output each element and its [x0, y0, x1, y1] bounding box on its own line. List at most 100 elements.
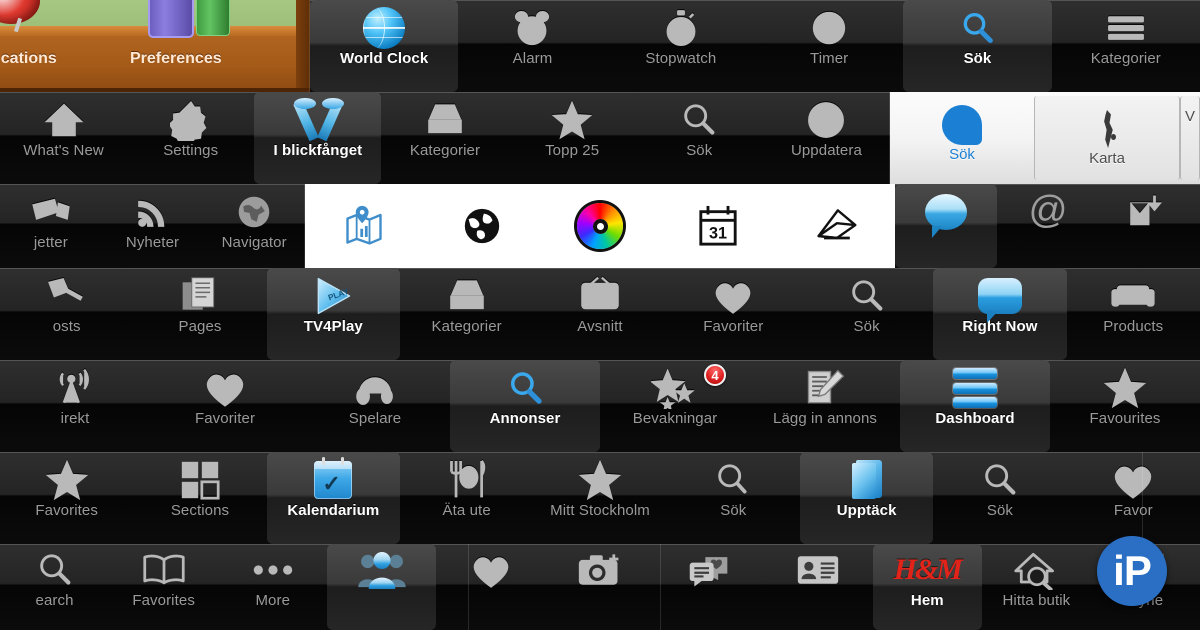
- tab-label: Sections: [170, 502, 230, 519]
- tab-sok-2[interactable]: Sök: [933, 452, 1066, 544]
- tab-inbox[interactable]: [1098, 184, 1200, 268]
- segment-karta[interactable]: Karta: [1034, 96, 1180, 180]
- tab-search[interactable]: earch: [0, 544, 109, 630]
- tab-label: More: [255, 592, 291, 609]
- segment-partial[interactable]: V: [1180, 96, 1200, 180]
- tab-heart[interactable]: [436, 544, 545, 630]
- calendar-check-icon: ✓: [267, 457, 400, 502]
- contact-card-icon: [764, 548, 873, 592]
- tab-favorites[interactable]: Favorites: [109, 544, 218, 630]
- tab-sok[interactable]: Sök: [636, 92, 763, 184]
- segment-label: Karta: [1089, 150, 1125, 167]
- divider: [304, 184, 305, 268]
- tab-favor[interactable]: Favor: [1067, 452, 1200, 544]
- tab-label: osts: [52, 318, 81, 335]
- download-icon: [763, 98, 890, 142]
- globe-black-icon[interactable]: [423, 205, 541, 247]
- tab-hitta-butik[interactable]: Hitta butik: [982, 544, 1091, 630]
- tab-alarm[interactable]: Alarm: [458, 0, 606, 92]
- tab-tv4play[interactable]: PLAY TV4Play: [266, 268, 400, 360]
- tab-label: Timer: [810, 50, 849, 67]
- tab-label: Kalendarium: [287, 502, 380, 519]
- tab-world-clock[interactable]: World Clock: [310, 0, 459, 92]
- tab-sok[interactable]: Sök: [903, 0, 1052, 92]
- color-wheel-icon[interactable]: [541, 203, 659, 249]
- tabbar-row-1: fications Preferences World Clock: [0, 0, 1200, 92]
- tab-right-now[interactable]: Right Now: [933, 268, 1067, 360]
- tab-favoriter[interactable]: Favoriter: [150, 360, 300, 452]
- tab-chat[interactable]: [895, 184, 997, 268]
- tab-settings[interactable]: Settings: [127, 92, 254, 184]
- tab-timer[interactable]: Timer: [755, 0, 903, 92]
- tab-label: Nyheter: [125, 234, 180, 251]
- tab-mitt-stockholm[interactable]: Mitt Stockholm: [533, 452, 666, 544]
- tab-label: Kategorier: [1090, 50, 1161, 67]
- badge-count: 4: [704, 364, 726, 386]
- tab-ata-ute[interactable]: Äta ute: [400, 452, 533, 544]
- tab-direkt[interactable]: irekt: [0, 360, 150, 452]
- tab-kalendarium[interactable]: ✓ Kalendarium: [266, 452, 400, 544]
- tab-label: Dashboard: [935, 410, 1015, 427]
- screenshot-collage: fications Preferences World Clock: [0, 0, 1200, 630]
- shelf-label-notifications[interactable]: fications: [0, 50, 57, 68]
- tab-topp-25[interactable]: Topp 25: [509, 92, 636, 184]
- red-clock-icon: [0, 0, 54, 34]
- tab-contact[interactable]: [764, 544, 873, 630]
- tab-favoriter[interactable]: Favoriter: [667, 268, 800, 360]
- people-icon: [327, 548, 436, 592]
- tab-label: Favoriter: [703, 318, 764, 335]
- home-search-icon: [982, 548, 1091, 592]
- tab-spelare[interactable]: Spelare: [300, 360, 450, 452]
- tab-favorites[interactable]: Favorites: [0, 452, 133, 544]
- map-pin-icon[interactable]: [305, 204, 423, 248]
- tab-upptack[interactable]: Upptäck: [799, 452, 934, 544]
- tab-favourites[interactable]: Favourites: [1050, 360, 1200, 452]
- tab-label: irekt: [60, 410, 90, 427]
- tab-label: World Clock: [339, 50, 429, 67]
- segment-label: V: [1184, 108, 1195, 125]
- calendar-31-icon[interactable]: 31: [659, 204, 777, 248]
- shelf-label-preferences[interactable]: Preferences: [130, 50, 222, 68]
- play-icon: PLAY: [267, 274, 400, 318]
- tab-dashboard[interactable]: Dashboard: [900, 360, 1050, 452]
- tab-kategorier[interactable]: Kategorier: [1052, 0, 1200, 92]
- tab-kategorier[interactable]: Kategorier: [381, 92, 508, 184]
- tab-sok[interactable]: Sök: [667, 452, 800, 544]
- tab-products[interactable]: Products: [1067, 268, 1200, 360]
- tab-stopwatch[interactable]: Stopwatch: [607, 0, 755, 92]
- tab-annonser[interactable]: Annonser: [450, 360, 600, 452]
- mail-inbox-icon: [1098, 190, 1200, 234]
- globe-icon: [310, 6, 458, 50]
- envelope-open-icon[interactable]: [777, 206, 895, 246]
- tab-label: Topp 25: [545, 142, 600, 159]
- tab-jetter[interactable]: jetter: [0, 184, 102, 268]
- tab-nyheter[interactable]: Nyheter: [102, 184, 204, 268]
- tab-whats-new[interactable]: What's New: [0, 92, 127, 184]
- tab-label: Mitt Stockholm: [550, 502, 650, 519]
- heart-icon: [150, 366, 300, 410]
- tab-label: Sök: [853, 318, 880, 335]
- tab-bevakningar[interactable]: 4 Bevakningar: [600, 360, 750, 452]
- tab-comments[interactable]: [655, 544, 764, 630]
- segment-sok[interactable]: Sök: [890, 92, 1034, 184]
- book-icon: [800, 458, 933, 502]
- search-icon: [667, 458, 800, 502]
- tab-posts[interactable]: osts: [0, 268, 133, 360]
- tab-lagg-in-annons[interactable]: Lägg in annons: [750, 360, 900, 452]
- tab-hem[interactable]: H&M Hem: [872, 544, 982, 630]
- tab-sections[interactable]: Sections: [133, 452, 266, 544]
- divider: [1142, 452, 1143, 544]
- tab-at[interactable]: @: [997, 184, 1099, 268]
- tab-kategorier[interactable]: Kategorier: [400, 268, 533, 360]
- tab-camera[interactable]: [545, 544, 654, 630]
- tab-avsnitt[interactable]: Avsnitt: [533, 268, 666, 360]
- tab-uppdatera[interactable]: Uppdatera: [763, 92, 890, 184]
- cutlery-icon: [400, 458, 533, 502]
- tab-sok[interactable]: Sök: [800, 268, 933, 360]
- tab-label: What's New: [23, 142, 104, 159]
- tab-i-blickfanget[interactable]: I blickfånget: [254, 92, 382, 184]
- tab-people[interactable]: [327, 544, 437, 630]
- tab-pages[interactable]: Pages: [133, 268, 266, 360]
- tab-more[interactable]: More: [218, 544, 327, 630]
- tab-navigator[interactable]: Navigator: [203, 184, 305, 268]
